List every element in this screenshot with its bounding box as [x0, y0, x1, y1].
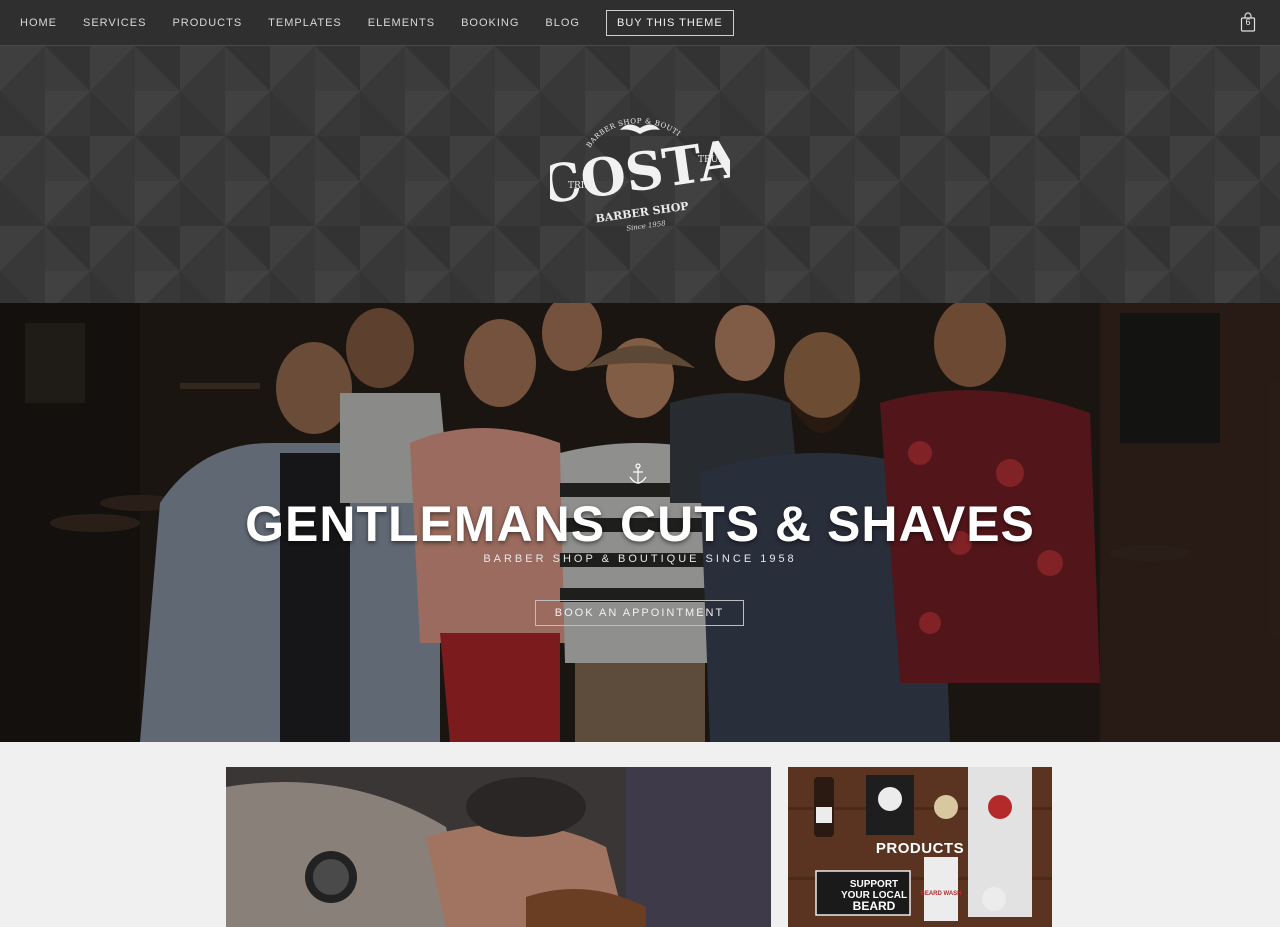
logo-right-tag: TRUE	[698, 155, 725, 165]
barber-photo	[226, 767, 771, 927]
hero-title: GENTLEMANS CUTS & SHAVES	[245, 496, 1035, 552]
costa-logo: BARBER SHOP & BOUTIQUE COSTA TRIM TRUE B…	[550, 108, 730, 233]
sign-line-3: BEARD	[853, 899, 896, 913]
nav-booking[interactable]: BOOKING	[461, 17, 519, 29]
sign-line-1: SUPPORT	[850, 879, 898, 890]
nav-templates[interactable]: TEMPLATES	[268, 17, 342, 29]
nav-blog[interactable]: BLOG	[545, 17, 580, 29]
site-header: BARBER SHOP & BOUTIQUE COSTA TRIM TRUE B…	[0, 46, 1280, 303]
cart-count: 6	[1245, 17, 1251, 27]
barber-photo-card[interactable]	[226, 767, 771, 927]
cart-button[interactable]: 6	[1240, 12, 1256, 32]
beard-wash-label: BEARD WASH	[920, 891, 961, 897]
logo-left-tag: TRIM	[568, 181, 594, 191]
hero-section: GENTLEMANS CUTS & SHAVES BARBER SHOP & B…	[0, 303, 1280, 742]
nav-home[interactable]: HOME	[20, 17, 57, 29]
logo-since: Since 1958	[626, 219, 667, 233]
top-navigation: HOME SERVICES PRODUCTS TEMPLATES ELEMENT…	[0, 0, 1280, 46]
nav-elements[interactable]: ELEMENTS	[368, 17, 435, 29]
products-card[interactable]: SUPPORT YOUR LOCAL BEARD BEARD WASH PROD…	[788, 767, 1052, 927]
mustache-icon	[620, 124, 660, 134]
products-label: PRODUCTS	[875, 840, 965, 857]
hero-subtitle: BARBER SHOP & BOUTIQUE SINCE 1958	[483, 553, 797, 565]
book-appointment-button[interactable]: BOOK AN APPOINTMENT	[535, 600, 744, 626]
nav-services[interactable]: SERVICES	[83, 17, 146, 29]
logo-name: COSTA	[550, 128, 730, 216]
buy-theme-button[interactable]: BUY THIS THEME	[605, 9, 734, 36]
nav-products[interactable]: PRODUCTS	[172, 17, 242, 29]
anchor-icon	[629, 463, 647, 484]
